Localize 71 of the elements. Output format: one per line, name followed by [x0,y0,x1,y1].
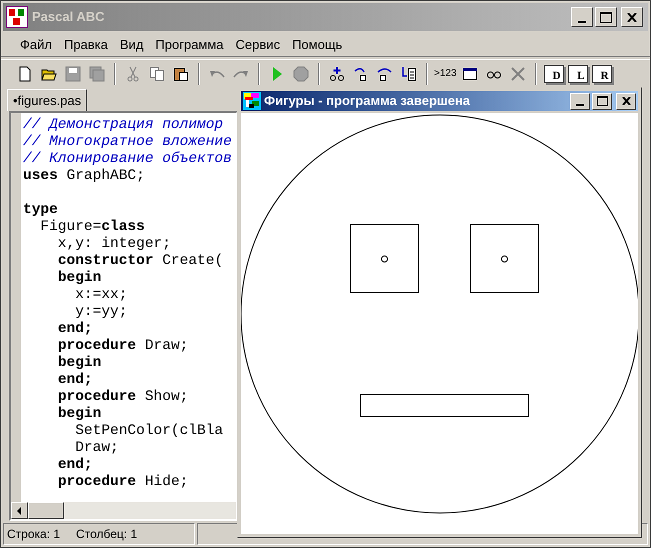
clipboard-icon [173,66,189,82]
maximize-icon [596,96,608,106]
save-icon [65,66,81,82]
minimize-icon [578,21,586,23]
code-line: end; [56,372,94,389]
scroll-left-button[interactable] [11,502,28,519]
menu-item[interactable]: Программа [150,34,229,56]
code-line: begin [56,270,102,287]
minimize-button[interactable] [570,92,590,110]
code-line: y:=yy; [74,304,128,321]
save-all-icon [89,66,105,82]
code-comment: // Многократное вложение [23,134,233,151]
close-button[interactable] [616,92,636,110]
scrollbar-thumb[interactable] [28,502,64,519]
undo-icon [209,69,225,78]
code-line: procedure Show; [56,389,190,406]
code-line: Figure=class [39,219,146,236]
eye-square [350,224,419,293]
code-line: x:=xx; [74,287,128,304]
code-comment: // Демонстрация полимор [23,117,224,134]
close-button[interactable] [621,7,643,27]
code-line: constructor Create( [56,253,224,270]
output-button[interactable]: >123 [433,62,458,86]
file-tab[interactable]: •figures.pas [7,89,88,111]
new-file-icon [17,66,33,82]
maximize-button[interactable] [592,92,612,110]
code-line: x,y: integer; [56,236,172,253]
close-icon [627,12,637,22]
minimize-icon [576,104,584,106]
code-line: begin [56,406,102,423]
code-line: Draw; [74,440,120,457]
status-text: Строка: 1 [7,526,60,543]
app-logo-icon [6,6,28,28]
code-line: end; [56,457,94,474]
scissors-icon [125,66,141,82]
code-line: end; [56,321,94,338]
x-icon [510,66,526,82]
menu-item[interactable]: Помощь [287,34,348,56]
redo-icon [233,69,249,78]
minimize-button[interactable] [571,7,593,27]
maximize-icon [600,12,612,22]
letter-page-button[interactable]: R [592,64,612,82]
code-line: procedure Draw; [56,338,190,355]
menu-item[interactable]: Правка [58,34,113,56]
child-window-title: Фигуры - программа завершена [264,92,470,110]
left-arrow-icon [17,506,22,514]
step-over-icon [377,66,393,82]
run-to-cursor-icon [401,66,417,82]
code-line: begin [56,355,102,372]
code-line: SetPenColor(clBla [74,423,224,440]
letter-page-button[interactable]: L [568,64,588,82]
window-title: Pascal ABC [32,8,104,26]
step-into-icon [353,66,369,82]
code-line: uses GraphABC; [23,168,146,185]
menu-item[interactable]: Файл [15,34,57,56]
copy-icon [149,66,165,82]
letter-page-button[interactable]: D [544,64,564,82]
menu-item[interactable]: Сервис [230,34,286,56]
code-line: type [23,202,59,219]
eye-square [470,224,539,293]
window-icon [462,66,478,82]
maximize-button[interactable] [595,7,617,27]
status-text: Столбец: 1 [76,526,138,543]
app-icon [243,92,261,110]
menu-item[interactable]: Вид [114,34,148,56]
horizontal-scrollbar[interactable] [11,502,236,519]
code-line: procedure Hide; [56,474,190,491]
close-icon [622,97,630,105]
stop-sign-icon [293,66,309,82]
glasses-plus-icon [329,66,345,82]
code-comment: // Клонирование объектов [23,151,233,168]
